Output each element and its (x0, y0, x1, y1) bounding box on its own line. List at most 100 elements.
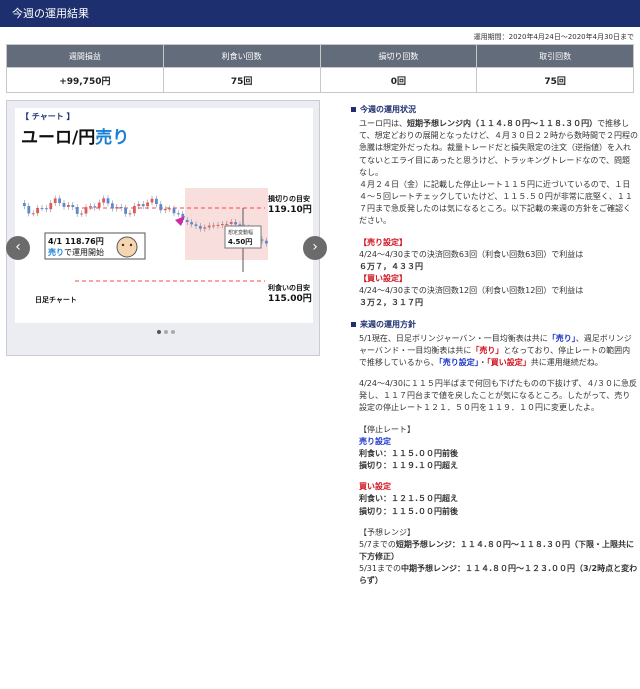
value-take-profit-count: 75回 (162, 67, 321, 93)
candle-body (97, 202, 101, 208)
range-label: 想定変動幅 (228, 229, 253, 236)
candle-body (93, 206, 97, 208)
candle-body (62, 203, 66, 207)
candle-body (229, 221, 233, 224)
header-stop-loss-count: 損切り回数 (319, 44, 478, 68)
candle-body (75, 207, 79, 214)
value-trade-count: 75回 (476, 67, 634, 93)
value-stop-loss-count: 0回 (319, 67, 478, 93)
chart-name: 日足チャート (35, 296, 77, 304)
candle-body (58, 198, 61, 204)
candle-body (40, 207, 44, 209)
candle-body (146, 202, 149, 207)
candle-body (67, 204, 70, 207)
slide-dot-1[interactable] (157, 330, 161, 334)
candle-body (53, 198, 57, 204)
candle-body (207, 225, 211, 228)
slide-dot-3[interactable] (171, 330, 175, 334)
candle-body (185, 220, 189, 223)
chart-image: 【 チャート 】 ユーロ/円売り 損切りの目安 119.10円 4/1 118.… (21, 111, 312, 304)
header-take-profit-count: 利食い回数 (162, 44, 321, 68)
results-value-row: +99,750円 75回 0回 75回 (6, 67, 634, 93)
candle-body (71, 204, 75, 208)
stop-label: 損切りの目安 (268, 194, 310, 203)
short-term-range: 5/7までの短期予想レンジ：１１４.８０円～１１８.３０円（下限・上限共に下方修… (359, 539, 634, 561)
results-table: 週間損益 利食い回数 損切り回数 取引回数 +99,750円 75回 0回 75… (6, 44, 634, 93)
candle-body (194, 224, 198, 227)
candle-body (203, 227, 207, 229)
candle-body (172, 208, 176, 214)
candle-body (102, 198, 105, 203)
candle-body (128, 213, 132, 215)
candle-body (225, 223, 229, 225)
candle-body (31, 213, 35, 215)
candle-body (124, 207, 127, 214)
prev-slide-button[interactable]: ‹ (6, 236, 30, 260)
take-label: 利食いの目安 (268, 283, 310, 292)
status-buy-profit: ３万２，３１７円 (359, 298, 423, 308)
sell-take-profit: 利食い：１１５.００円前後 (359, 448, 459, 458)
range-value: 4.50円 (228, 238, 252, 246)
candle-body (115, 206, 119, 209)
entry-arrow (175, 216, 185, 226)
policy-paragraph-2: 4/24～4/30に１１５円半ばまで何回も下げたものの下抜けず、４/３０に急反発… (359, 379, 638, 413)
slide-indicator (157, 330, 175, 334)
avatar-eye-right (129, 243, 133, 247)
status-sell-label: 【売り設定】 (359, 237, 407, 247)
candle-body (49, 203, 53, 210)
header-trade-count: 取引回数 (476, 44, 634, 68)
policy-paragraph-1: 5/1現在、日足ボリンジャーバン・一目均衡表は共に「売り」、週足ボリンジャーバン… (359, 333, 632, 367)
avatar (116, 236, 138, 258)
buy-stop-loss: 損切り：１１５.００円前後 (359, 506, 459, 516)
candle-body (89, 206, 92, 208)
take-value: 115.00円 (268, 293, 312, 304)
status-sell-profit: ６万７，４３３円 (359, 261, 423, 271)
entry-note: 売りで運用開始 (48, 247, 104, 257)
candle-body (80, 213, 83, 215)
value-weekly-pl: +99,750円 (6, 67, 164, 93)
candle-body (212, 225, 215, 227)
candle-body (168, 208, 171, 210)
status-buy-label: 【買い設定】 (359, 274, 407, 284)
report-content: 今週の運用状況 ユーロ円は、短期予想レンジ内（１１４.８０円～１１８.３０円）で… (351, 104, 638, 587)
candle-body (159, 204, 163, 211)
page-title: 今週の運用結果 (0, 0, 640, 27)
candle-body (234, 221, 237, 225)
chart-slide: 【 チャート 】 ユーロ/円売り 損切りの目安 119.10円 4/1 118.… (15, 108, 313, 323)
next-slide-button[interactable]: › (303, 236, 327, 260)
candle-body (265, 240, 268, 244)
chart-tag: 【 チャート 】 (21, 111, 75, 121)
entry-price: 4/1 118.76円 (48, 237, 104, 246)
candle-body (119, 206, 123, 208)
results-header-row: 週間損益 利食い回数 損切り回数 取引回数 (6, 44, 634, 68)
candle-body (163, 208, 167, 211)
status-heading: 今週の運用状況 (351, 104, 638, 116)
candle-body (84, 207, 88, 214)
chart-slider[interactable]: 【 チャート 】 ユーロ/円売り 損切りの目安 119.10円 4/1 118.… (6, 100, 327, 356)
stop-rate-heading: 【停止レート】 (359, 424, 415, 434)
policy-heading: 来週の運用方針 (351, 319, 638, 331)
candle-body (23, 203, 26, 206)
candle-body (36, 207, 39, 214)
buy-take-profit: 利食い：１２１.５０円超え (359, 494, 459, 504)
status-paragraph: ユーロ円は、短期予想レンジ内（１１４.８０円～１１８.３０円）で推移して、想定ど… (359, 119, 638, 226)
status-sell-line: 4/24～4/30までの決済回数63回（利食い回数63回）で利益は (359, 249, 584, 259)
candle-body (150, 198, 154, 203)
chart-pair: ユーロ/円売り (21, 127, 129, 148)
slide-dot-2[interactable] (164, 330, 168, 334)
candle-body (177, 213, 180, 215)
candle-body (216, 224, 220, 226)
range-heading: 【予想レンジ】 (359, 527, 415, 537)
candle-body (27, 206, 31, 214)
candle-body (111, 203, 114, 209)
sell-setting-label: 売り設定 (359, 436, 391, 446)
candle-body (141, 204, 145, 207)
candle-body (199, 226, 202, 229)
mid-term-range: 5/31までの中期予想レンジ：１１４.８０円～１２３.００円（3/2時点と変わら… (359, 564, 638, 586)
header-weekly-pl: 週間損益 (6, 44, 164, 68)
status-buy-line: 4/24～4/30までの決済回数12回（利食い回数12回）で利益は (359, 286, 584, 296)
candle-body (221, 224, 224, 226)
candle-body (106, 198, 110, 204)
sell-stop-loss: 損切り：１１９.１０円超え (359, 461, 459, 471)
candle-body (45, 208, 48, 210)
